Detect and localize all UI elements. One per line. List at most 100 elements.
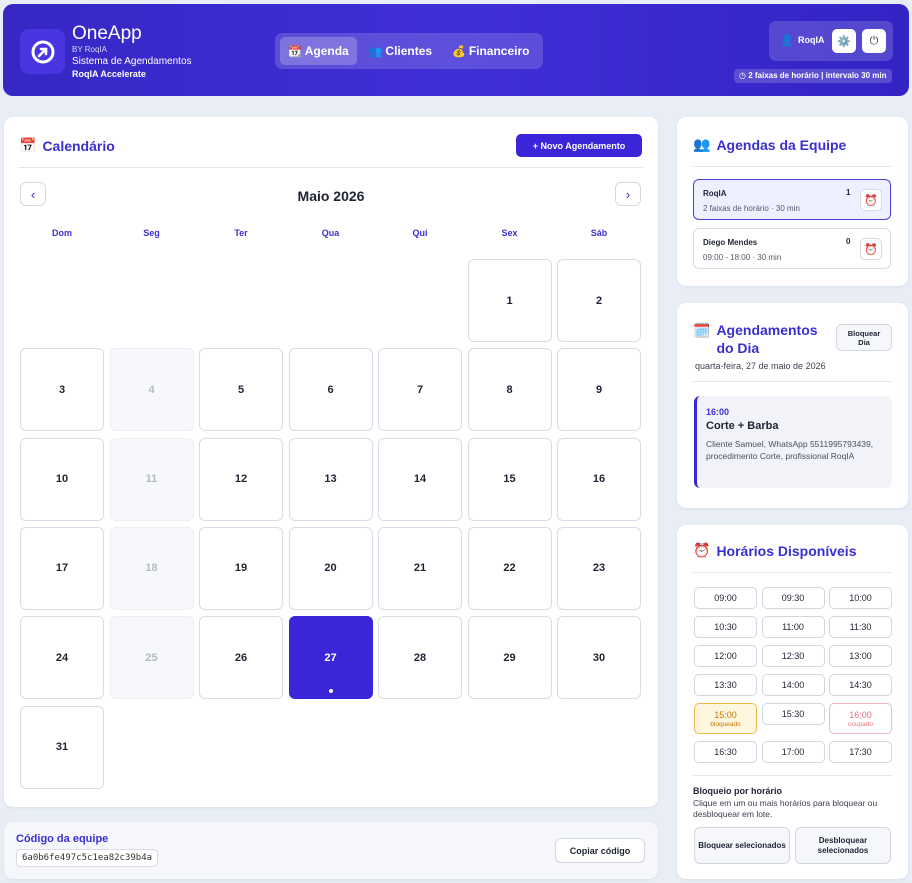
app-by: BY RoqIA	[72, 45, 107, 54]
slot-time: 15:30	[781, 709, 805, 719]
day-appointments-card: 🗓️ Agendamentos do Dia Bloquear Dia quar…	[677, 303, 908, 508]
calendar-day[interactable]: 27	[288, 616, 373, 700]
slot-time: 16:00	[849, 709, 872, 720]
calendar-day[interactable]: 9	[557, 348, 641, 432]
block-selected-button[interactable]: Bloquear selecionados	[694, 827, 790, 864]
member-name: Diego Mendes	[703, 238, 758, 247]
available-title-text: Horários Disponíveis	[716, 542, 857, 559]
calendar-day[interactable]: 29	[467, 616, 552, 700]
calendar-day[interactable]: 23	[557, 526, 641, 610]
time-slot[interactable]: 16:30	[694, 741, 757, 763]
time-slot[interactable]: 17:00	[761, 741, 825, 763]
team-code-title: Código da equipe	[16, 833, 109, 845]
available-title: ⏰ Horários Disponíveis	[693, 542, 856, 559]
slot-time: 09:30	[781, 593, 805, 603]
calendar-day[interactable]: 6	[288, 348, 373, 432]
block-day-button[interactable]: Bloquear Dia	[836, 324, 892, 351]
member-schedule-button[interactable]: ⏰	[860, 238, 882, 260]
calendar-day[interactable]: 12	[199, 437, 283, 521]
member-schedule-button[interactable]: ⏰	[860, 189, 882, 211]
calendar-day[interactable]: 7	[378, 348, 462, 432]
nav-financeiro[interactable]: 💰 Financeiro	[444, 37, 537, 65]
calendar-day: 25	[109, 616, 194, 700]
team-code-card: Código da equipe 6a0b6fe497c5c1ea82c39b4…	[4, 822, 658, 879]
nav-clientes[interactable]: 👥 Clientes	[361, 37, 440, 65]
divider	[693, 775, 892, 776]
calendar-day[interactable]: 14	[378, 437, 462, 521]
time-slot[interactable]: 17:30	[829, 741, 892, 763]
time-slot[interactable]: 11:00	[761, 616, 825, 638]
calendar-day[interactable]: 5	[199, 348, 283, 432]
time-slot[interactable]: 13:30	[694, 674, 757, 696]
day-appointments-title: 🗓️ Agendamentos do Dia	[693, 321, 833, 357]
user-box: 👤 RoqIA ⚙️ ⏻	[769, 21, 893, 61]
calendar-day: 4	[109, 348, 194, 432]
time-slot[interactable]: 14:00	[761, 674, 825, 696]
main-nav: 📆 Agenda 👥 Clientes 💰 Financeiro	[275, 33, 543, 69]
next-month-button[interactable]: ›	[615, 182, 641, 206]
calendar-day[interactable]: 10	[20, 437, 104, 521]
calendar-day[interactable]: 26	[199, 616, 283, 700]
calendar-day[interactable]: 28	[378, 616, 462, 700]
time-slot[interactable]: 14:30	[829, 674, 892, 696]
user-icon: 👤	[780, 35, 794, 47]
calendar-day[interactable]: 24	[20, 616, 104, 700]
calendar-day[interactable]: 16	[557, 437, 641, 521]
calendar-day: 18	[109, 526, 194, 610]
calendar-day[interactable]: 2	[557, 259, 641, 342]
time-slot[interactable]: 15:00 bloqueado	[694, 703, 757, 734]
team-member[interactable]: RoqIA 2 faixas de horário · 30 min 1 ⏰	[693, 179, 891, 220]
calendar-day[interactable]: 1	[467, 259, 552, 342]
weekday-label: Sex	[501, 228, 518, 238]
time-slot[interactable]: 16:00 ocupado	[829, 703, 892, 734]
copy-code-button[interactable]: Copiar código	[555, 838, 645, 863]
appointment-item[interactable]: 16:00 Corte + Barba Cliente Samuel, What…	[694, 396, 892, 488]
day-appointments-title-text: Agendamentos do Dia	[716, 322, 818, 356]
calendar-day[interactable]: 19	[199, 526, 283, 610]
selected-date: quarta-feira, 27 de maio de 2026	[695, 361, 826, 371]
slot-time: 09:00	[714, 593, 737, 603]
settings-button[interactable]: ⚙️	[832, 29, 856, 53]
member-count: 1	[846, 188, 851, 197]
slot-time: 14:30	[849, 680, 872, 690]
unblock-selected-button[interactable]: Desbloquear selecionados	[795, 827, 891, 864]
appointment-dot	[328, 689, 333, 694]
nav-agenda[interactable]: 📆 Agenda	[280, 37, 357, 65]
time-slot[interactable]: 13:00	[829, 645, 892, 667]
calendar-day[interactable]: 17	[20, 526, 104, 610]
member-name: RoqIA	[703, 189, 727, 198]
calendar-day[interactable]: 3	[20, 348, 104, 432]
money-bag-icon: 💰	[452, 45, 466, 58]
team-agendas-card: 👥 Agendas da Equipe RoqIA 2 faixas de ho…	[677, 117, 908, 286]
calendar-day[interactable]: 30	[557, 616, 641, 700]
calendar-day[interactable]: 20	[288, 526, 373, 610]
time-slot[interactable]: 10:30	[694, 616, 757, 638]
calendar-card: 📅 Calendário + Novo Agendamento ‹ Maio 2…	[4, 117, 658, 807]
slot-time: 11:30	[849, 622, 872, 632]
weekday-label: Seg	[143, 228, 160, 238]
appointment-description: Cliente Samuel, WhatsApp 5511995793439, …	[706, 439, 874, 461]
slot-status: bloqueado	[710, 720, 741, 728]
appointment-time: 16:00	[706, 407, 730, 417]
slot-time: 15:00	[714, 709, 737, 720]
time-slot[interactable]: 15:30	[761, 703, 825, 725]
new-appointment-button[interactable]: + Novo Agendamento	[516, 134, 642, 157]
time-slot[interactable]: 10:00	[829, 587, 892, 609]
team-member[interactable]: Diego Mendes 09:00 - 18:00 · 30 min 0 ⏰	[693, 228, 891, 269]
time-slot[interactable]: 09:00	[694, 587, 757, 609]
logout-button[interactable]: ⏻	[862, 29, 886, 53]
time-slot[interactable]: 11:30	[829, 616, 892, 638]
calendar-day[interactable]: 13	[288, 437, 373, 521]
calendar-day[interactable]: 21	[378, 526, 462, 610]
time-slot[interactable]: 12:00	[694, 645, 757, 667]
weekday-label: Qua	[321, 228, 340, 238]
nav-label: Agenda	[304, 44, 349, 58]
calendar-day[interactable]: 31	[20, 705, 104, 789]
calendar-day[interactable]: 22	[467, 526, 552, 610]
time-slot[interactable]: 12:30	[761, 645, 825, 667]
calendar-day[interactable]: 8	[467, 348, 552, 432]
slot-time: 17:30	[849, 747, 872, 757]
time-slot[interactable]: 09:30	[761, 587, 825, 609]
power-icon: ⏻	[869, 34, 879, 47]
calendar-day[interactable]: 15	[467, 437, 552, 521]
